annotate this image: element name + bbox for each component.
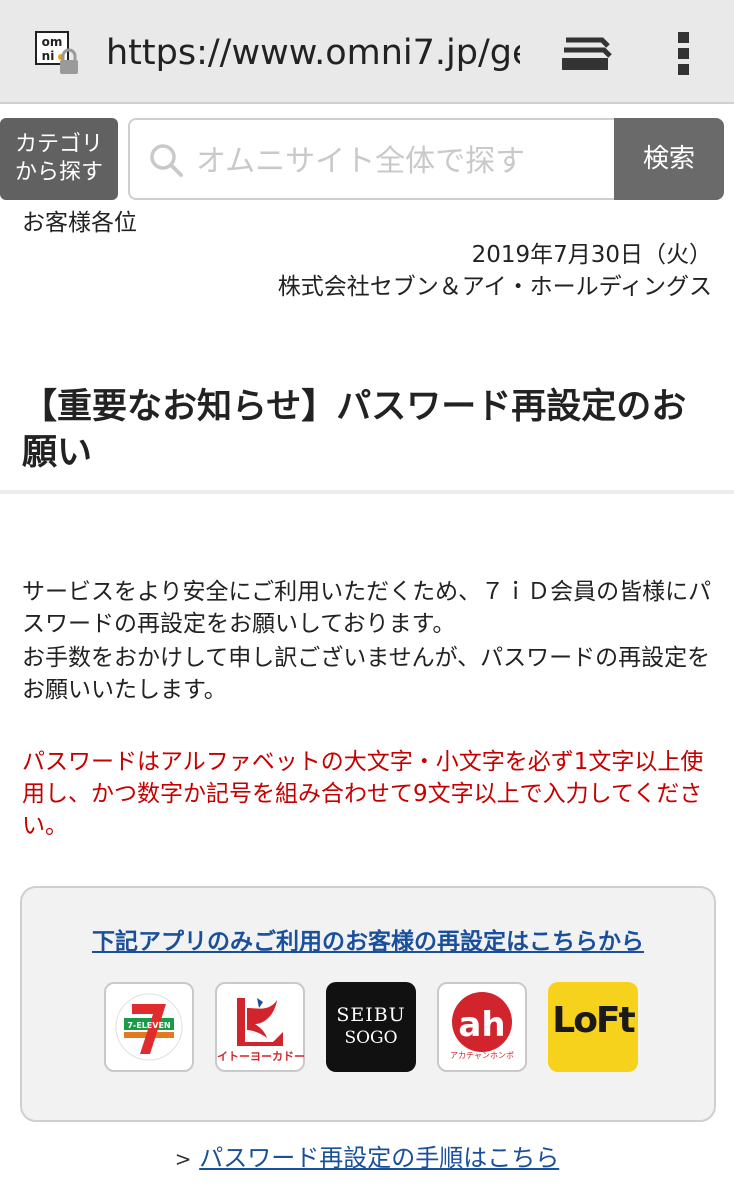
- search-icon: [148, 142, 184, 178]
- ito-yokado-label: イトーヨーカドー: [217, 1050, 305, 1063]
- password-rule-warning: パスワードはアルファベットの大文字・小文字を必ず1文字以上使用し、かつ数字か記号…: [22, 749, 704, 839]
- category-search-button[interactable]: カテゴリ から探す: [0, 118, 118, 200]
- search-input[interactable]: [194, 132, 608, 190]
- loft-label: LoFt: [552, 1000, 635, 1041]
- akachan-honpo-icon[interactable]: ah アカチャンホンポ: [437, 982, 527, 1072]
- password-reset-procedure-link[interactable]: パスワード再設定の手順はこちら: [199, 1144, 559, 1172]
- notice-paragraph-1: サービスをより安全にご利用いただくため、７ｉＤ会員の皆様にパスワードの再設定をお…: [22, 579, 712, 637]
- app-reset-box: 下記アプリのみご利用のお客様の再設定はこちらから 7-ELEVEN イトーヨーカ…: [20, 886, 716, 1122]
- search-bar: カテゴリ から探す 検索: [0, 104, 734, 208]
- svg-text:ni: ni: [42, 49, 55, 63]
- address-bar[interactable]: https://www.omni7.jp/gen: [106, 30, 520, 76]
- category-label-line1: カテゴリ: [14, 132, 103, 157]
- notice-company: 株式会社セブン＆アイ・ホールディングス: [277, 274, 712, 300]
- title-divider: [0, 490, 734, 494]
- akachan-logo-text: ah: [458, 1005, 505, 1045]
- procedure-row: > パスワード再設定の手順はこちら: [0, 1142, 734, 1175]
- tabs-icon[interactable]: [560, 34, 612, 74]
- category-label-line2: から探す: [14, 160, 103, 185]
- seibu-sogo-icon[interactable]: SEIBU SOGO: [326, 982, 416, 1072]
- search-box: [128, 118, 614, 200]
- notice-paragraph-2: お手数をおかけして申し訳ございませんが、パスワードの再設定をお願いいたします。: [22, 645, 711, 703]
- loft-icon[interactable]: LoFt: [548, 982, 638, 1072]
- page-title: 【重要なお知らせ】パスワード再設定のお願い: [22, 387, 687, 473]
- svg-text:om: om: [42, 35, 63, 49]
- seibu-label: SEIBU: [336, 1004, 406, 1026]
- sogo-label: SOGO: [344, 1028, 398, 1048]
- seven-eleven-label: 7-ELEVEN: [127, 1021, 170, 1030]
- akachan-honpo-label: アカチャンホンポ: [450, 1051, 514, 1060]
- app-reset-link[interactable]: 下記アプリのみご利用のお客様の再設定はこちらから: [22, 926, 714, 958]
- overflow-menu-icon[interactable]: [676, 30, 692, 78]
- addressee: お客様各位: [22, 210, 137, 236]
- ito-yokado-icon[interactable]: イトーヨーカドー: [215, 982, 305, 1072]
- seven-eleven-icon[interactable]: 7-ELEVEN: [104, 982, 194, 1072]
- site-lock-icon[interactable]: om ni: [34, 30, 80, 76]
- search-button[interactable]: 検索: [614, 118, 724, 200]
- chevron-right-icon: >: [174, 1147, 192, 1171]
- browser-toolbar: om ni https://www.omni7.jp/gen: [0, 0, 734, 104]
- notice-date: 2019年7月30日（火）: [471, 242, 712, 268]
